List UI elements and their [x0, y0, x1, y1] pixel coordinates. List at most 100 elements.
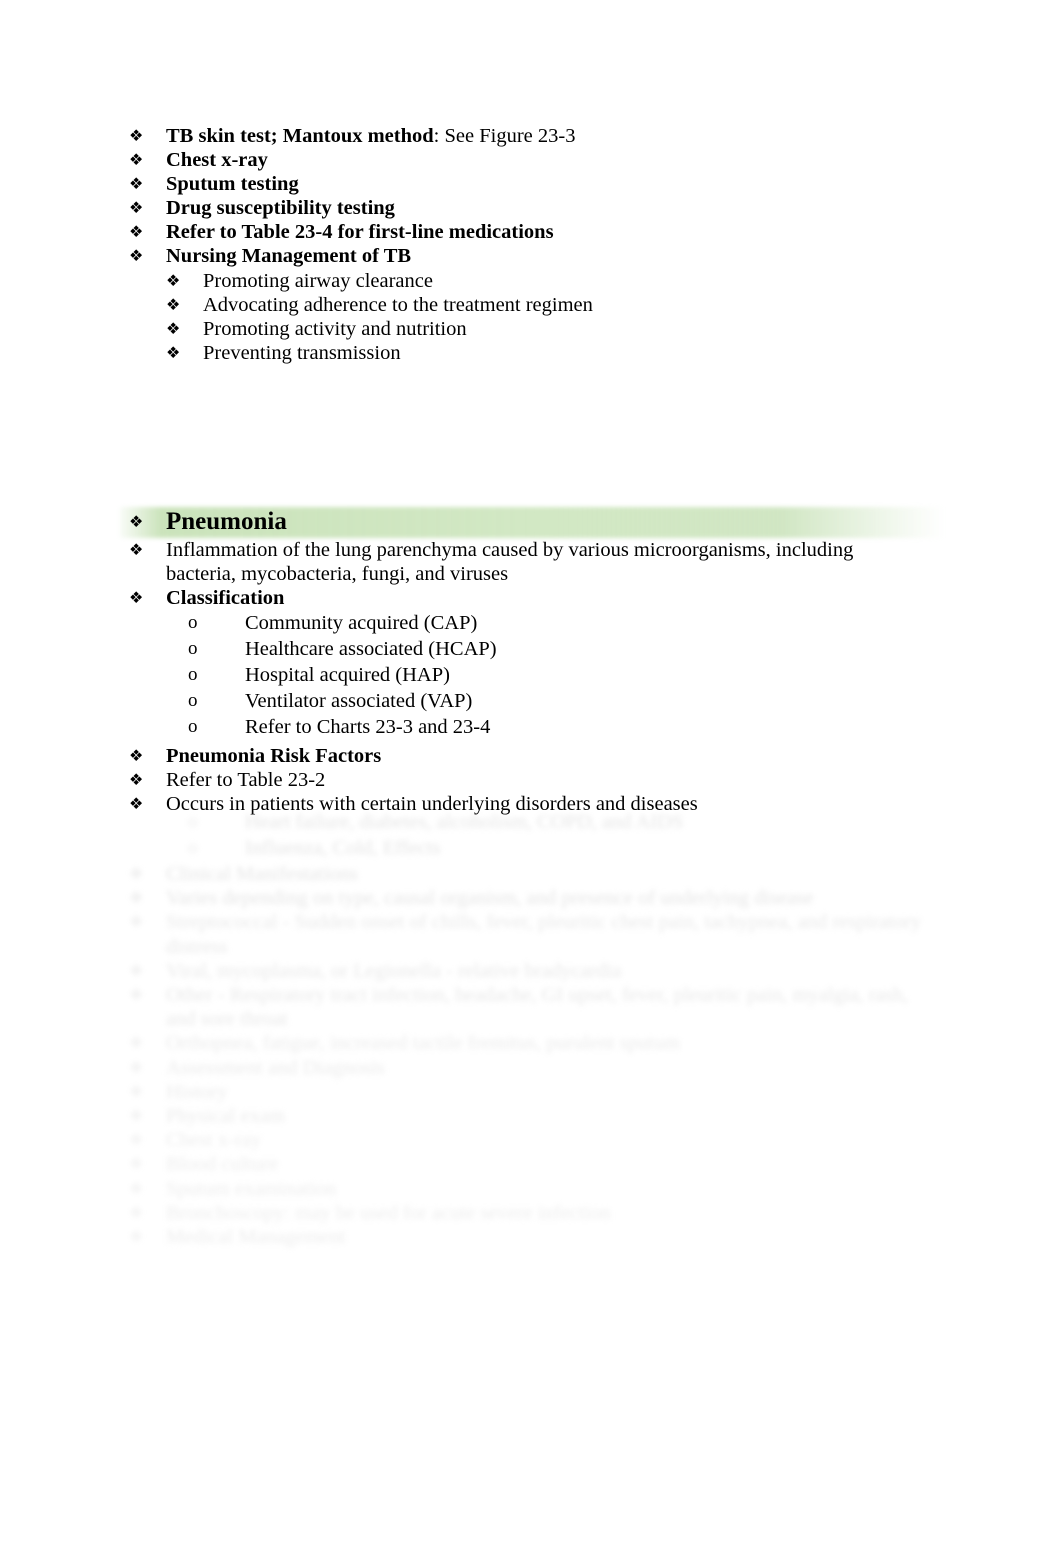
- diamond-bullet-icon: ❖: [129, 864, 144, 883]
- diamond-bullet-icon: ❖: [166, 342, 181, 362]
- risk-factors-label-text: Pneumonia Risk Factors: [166, 744, 382, 767]
- diamond-bullet-icon: ❖: [129, 1081, 144, 1101]
- pneumonia-section: ❖ Pneumonia ❖ Inflammation of the lung par…: [0, 507, 1062, 816]
- diamond-bullet-icon: ❖: [129, 150, 144, 170]
- diamond-bullet-icon: ❖: [129, 126, 144, 145]
- list-item-text: Healthcare associated (HCAP): [245, 637, 497, 660]
- list-item-text: Other - Respiratory tract infection, hea…: [166, 984, 909, 1007]
- refer-table-item: ❖ Refer to Table 23-2: [0, 768, 1062, 792]
- diamond-bullet-icon: ❖: [129, 222, 144, 242]
- refer-table-text: Refer to Table 23-2: [166, 768, 326, 791]
- tb-section: ❖ TB skin test; Mantoux method: See Figur…: [0, 124, 1062, 365]
- list-item: ❖ Physical exam: [0, 1104, 1062, 1128]
- diamond-bullet-icon: ❖: [129, 1154, 144, 1174]
- circle-bullet-icon: o: [188, 715, 198, 737]
- diamond-bullet-icon: ❖: [129, 198, 144, 218]
- page-title: ❖ Pneumonia: [0, 507, 1062, 537]
- list-item-text: Promoting activity and nutrition: [203, 317, 467, 340]
- list-item: ❖ Chest x-ray: [0, 1128, 1062, 1152]
- occurs-text: Occurs in patients with certain underlyi…: [166, 793, 698, 816]
- classification-label-text: Classification: [166, 587, 285, 610]
- list-item: ❖ Viral, mycoplasma, or Legionella - rela…: [0, 959, 1062, 983]
- list-item: ❖ Advocating adherence to the treatment r…: [0, 293, 1062, 317]
- list-item-text: Medical Management: [166, 1226, 346, 1249]
- list-item: ❖ Orthopnea, fatigue, increased tactile f…: [0, 1031, 1062, 1055]
- list-item: o Hospital acquired (HAP): [0, 663, 1062, 689]
- classification-label: ❖ Classification: [0, 586, 1062, 610]
- list-item: ❖ Refer to Table 23-4 for first-line medi…: [0, 220, 1062, 244]
- diamond-bullet-icon: ❖: [129, 246, 144, 266]
- circle-bullet-icon: o: [188, 611, 198, 633]
- list-item: ❖ Blood culture: [0, 1152, 1062, 1176]
- list-item-text: Promoting airway clearance: [203, 269, 433, 292]
- diamond-bullet-icon: ❖: [129, 1057, 144, 1077]
- list-item: o Ventilator associated (VAP): [0, 689, 1062, 715]
- circle-bullet-icon: o: [188, 689, 198, 711]
- list-item: ❖ Sputum examination: [0, 1177, 1062, 1201]
- list-item: ❖ Sputum testing: [0, 172, 1062, 196]
- list-item-text: Influenza, Cold, Effects: [245, 837, 441, 859]
- diamond-bullet-icon: ❖: [166, 294, 181, 314]
- list-item-text: Community acquired (CAP): [245, 611, 478, 634]
- list-item: ❖ Streptococcal - Sudden onset of chills,…: [0, 910, 1062, 958]
- diamond-bullet-icon: ❖: [129, 1106, 144, 1126]
- list-item: o Refer to Charts 23-3 and 23-4: [0, 715, 1062, 741]
- list-item-bold-text: Refer to Table 23-4 for first-line medic…: [166, 221, 554, 244]
- list-item-text: Blood culture: [166, 1153, 279, 1176]
- list-item: ❖ Promoting activity and nutrition: [0, 317, 1062, 341]
- list-item: o Influenza, Cold, Effects: [0, 836, 1062, 862]
- list-item-text: Bronchoscopy: may be used for acute seve…: [166, 1201, 611, 1224]
- list-item-text: History: [166, 1080, 228, 1103]
- list-item-bold-text: TB skin test; Mantoux method: [166, 125, 434, 147]
- list-item-text: Hospital acquired (HAP): [245, 663, 450, 686]
- list-item: ❖ Varies depending on type, causal organi…: [0, 886, 1062, 910]
- diamond-bullet-icon: ❖: [129, 540, 144, 559]
- list-item-text: Sputum examination: [166, 1177, 337, 1200]
- diamond-bullet-icon: ❖: [129, 888, 144, 908]
- diamond-bullet-icon: ❖: [129, 1130, 144, 1150]
- list-item: ❖ Nursing Management of TB: [0, 244, 1062, 268]
- list-item: ❖ History: [0, 1080, 1062, 1104]
- list-item-text: Preventing transmission: [203, 341, 401, 364]
- list-item-text: Assessment and Diagnosis: [166, 1056, 385, 1079]
- list-item-text: Refer to Charts 23-3 and 23-4: [245, 715, 491, 738]
- list-item-text: : See Figure 23-3: [433, 125, 576, 147]
- diamond-bullet-icon: ❖: [129, 769, 144, 789]
- list-item: ❖ Preventing transmission: [0, 341, 1062, 365]
- definition-line-1: Inflammation of the lung parenchyma caus…: [166, 539, 854, 561]
- list-item-bold-text: Chest x-ray: [166, 149, 268, 172]
- list-item-text: Orthopnea, fatigue, increased tactile fr…: [166, 1032, 681, 1055]
- list-item: o Community acquired (CAP): [0, 611, 1062, 637]
- faded-content-section: o Heart failure, diabetes, alcoholism, CO…: [0, 810, 1062, 1249]
- document-page: ❖ TB skin test; Mantoux method: See Figur…: [0, 0, 1062, 1556]
- list-item: ❖ Drug susceptibility testing: [0, 196, 1062, 220]
- list-item-text: Clinical Manifestations: [166, 863, 358, 885]
- diamond-bullet-icon: ❖: [129, 512, 144, 531]
- circle-bullet-icon: o: [188, 637, 198, 659]
- diamond-bullet-icon: ❖: [129, 1178, 144, 1198]
- list-item-bold-text: Sputum testing: [166, 173, 299, 196]
- list-item: ❖ Promoting airway clearance: [0, 269, 1062, 293]
- list-item-text: Advocating adherence to the treatment re…: [203, 293, 593, 316]
- diamond-bullet-icon: ❖: [129, 745, 144, 765]
- list-item: ❖ Chest x-ray: [0, 148, 1062, 172]
- list-item: o Healthcare associated (HCAP): [0, 637, 1062, 663]
- list-item: ❖ Medical Management: [0, 1225, 1062, 1249]
- list-item: ❖ Assessment and Diagnosis: [0, 1056, 1062, 1080]
- list-item-bold-text: Drug susceptibility testing: [166, 197, 395, 220]
- diamond-bullet-icon: ❖: [129, 912, 144, 932]
- definition-line-2: bacteria, mycobacteria, fungi, and virus…: [166, 563, 509, 586]
- list-item-text: Ventilator associated (VAP): [245, 689, 473, 712]
- list-item-text: Viral, mycoplasma, or Legionella - relat…: [166, 959, 622, 982]
- diamond-bullet-icon: ❖: [129, 985, 144, 1005]
- occurs-item: ❖ Occurs in patients with certain underly…: [0, 792, 1062, 816]
- list-item: ❖ TB skin test; Mantoux method: See Figur…: [0, 124, 1062, 148]
- list-item-text: Physical exam: [166, 1105, 285, 1128]
- circle-bullet-icon: o: [188, 663, 198, 685]
- diamond-bullet-icon: ❖: [129, 1033, 144, 1053]
- diamond-bullet-icon: ❖: [166, 318, 181, 338]
- pneumonia-heading-text: Pneumonia: [166, 508, 287, 535]
- list-item-text: Chest x-ray: [166, 1129, 262, 1152]
- list-item: ❖ Other - Respiratory tract infection, he…: [0, 983, 1062, 1031]
- diamond-bullet-icon: ❖: [129, 174, 144, 194]
